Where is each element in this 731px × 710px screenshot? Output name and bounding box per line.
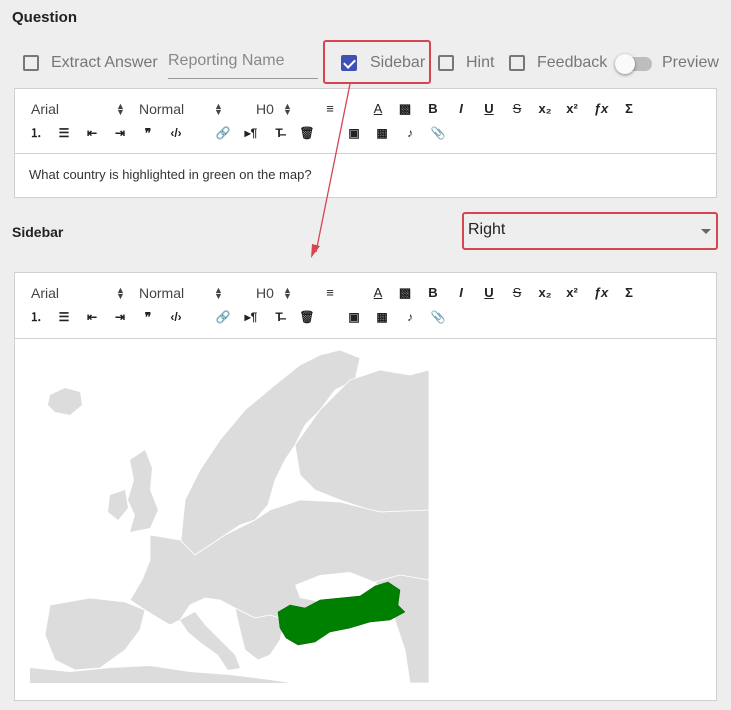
- annotation-arrow: [311, 83, 351, 258]
